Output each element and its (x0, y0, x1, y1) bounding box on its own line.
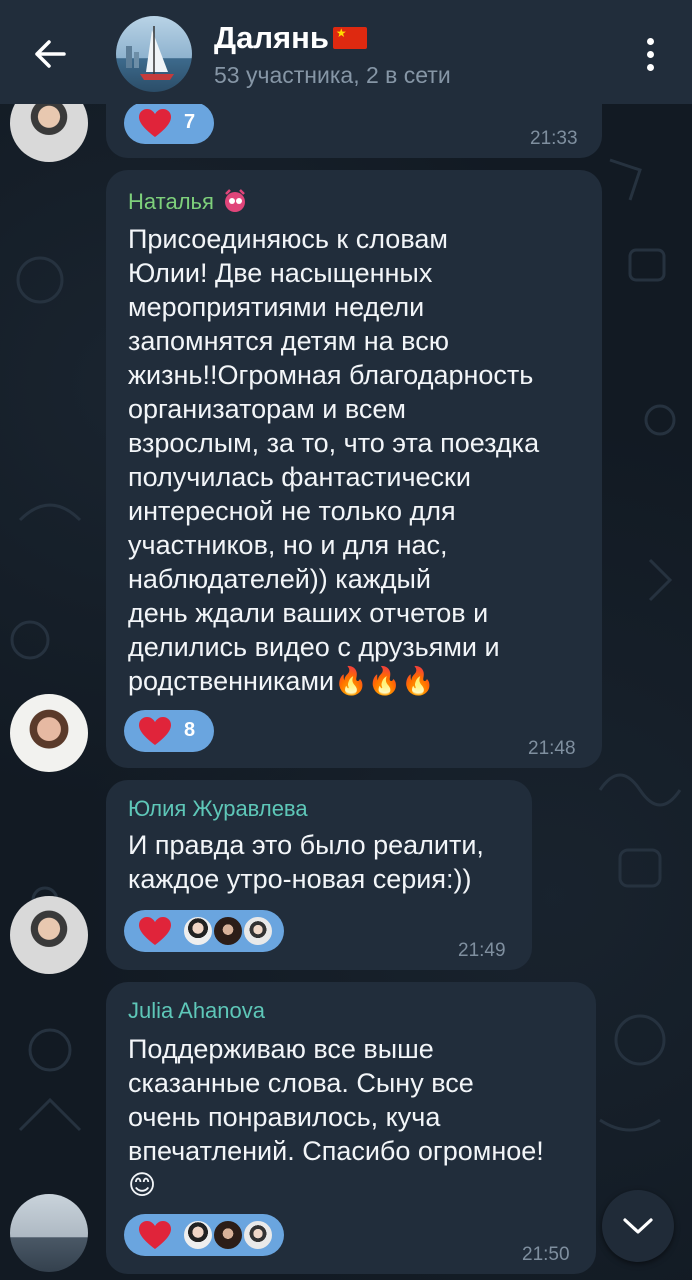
message-time: 21:49 (458, 940, 506, 961)
arrow-left-icon (35, 40, 66, 68)
avatar[interactable] (10, 1194, 88, 1272)
heart-icon (139, 109, 171, 137)
chat-title[interactable]: Далянь (214, 20, 367, 56)
reaction-heart-button[interactable]: 8 (124, 710, 214, 752)
sender-name[interactable]: Julia Ahanova (128, 998, 265, 1024)
chat-subtitle: 53 участника, 2 в сети (214, 62, 451, 88)
message-bubble: Julia Ahanova Поддерживаю все выше сказа… (106, 982, 596, 1274)
message-bubble: Юлия Журавлева И правда это было реалити… (106, 780, 532, 970)
chat-header: Далянь 53 участника, 2 в сети (0, 0, 692, 104)
reaction-heart-button[interactable] (124, 910, 284, 952)
message-text: Присоединяюсь к словам Юлии! Две насыщен… (128, 224, 540, 696)
reaction-count: 7 (184, 111, 196, 133)
reactor-avatar (182, 915, 214, 947)
heart-icon (139, 717, 171, 745)
emoji-status-icon (225, 189, 246, 212)
reactor-avatar (242, 915, 274, 947)
reactor-avatar (182, 1219, 214, 1251)
reaction-count: 8 (184, 719, 196, 741)
sender-name[interactable]: Юлия Журавлева (128, 796, 308, 822)
back-button[interactable] (22, 30, 78, 78)
message-time: 21:33 (530, 128, 578, 149)
message-time: 21:48 (528, 738, 576, 759)
scroll-down-button[interactable] (602, 1190, 674, 1262)
reactor-avatar (242, 1219, 274, 1251)
avatar[interactable] (10, 896, 88, 974)
group-avatar[interactable] (116, 16, 192, 92)
more-vertical-icon (646, 37, 654, 45)
sender-name[interactable]: Наталья (128, 186, 250, 215)
reaction-heart-button[interactable] (124, 1214, 284, 1256)
group-photo (126, 26, 174, 80)
message-text: Поддерживаю все выше сказанные слова. Сы… (128, 1034, 544, 1200)
more-menu-button[interactable] (628, 32, 672, 76)
reactor-avatar (212, 915, 244, 947)
chat-title-text: Далянь (214, 20, 329, 55)
heart-icon (139, 1221, 171, 1249)
message-bubble: Наталья Присоединяюсь к словам Юлии! Две… (106, 170, 602, 768)
message-time: 21:50 (522, 1244, 570, 1265)
reactor-avatar (212, 1219, 244, 1251)
message-text: И правда это было реалити, каждое утро-н… (128, 830, 484, 894)
china-flag-icon (332, 26, 367, 49)
avatar[interactable] (10, 694, 88, 772)
heart-icon (139, 917, 171, 945)
chevron-down-icon (623, 1218, 653, 1234)
reaction-heart-button[interactable]: 7 (124, 102, 214, 144)
